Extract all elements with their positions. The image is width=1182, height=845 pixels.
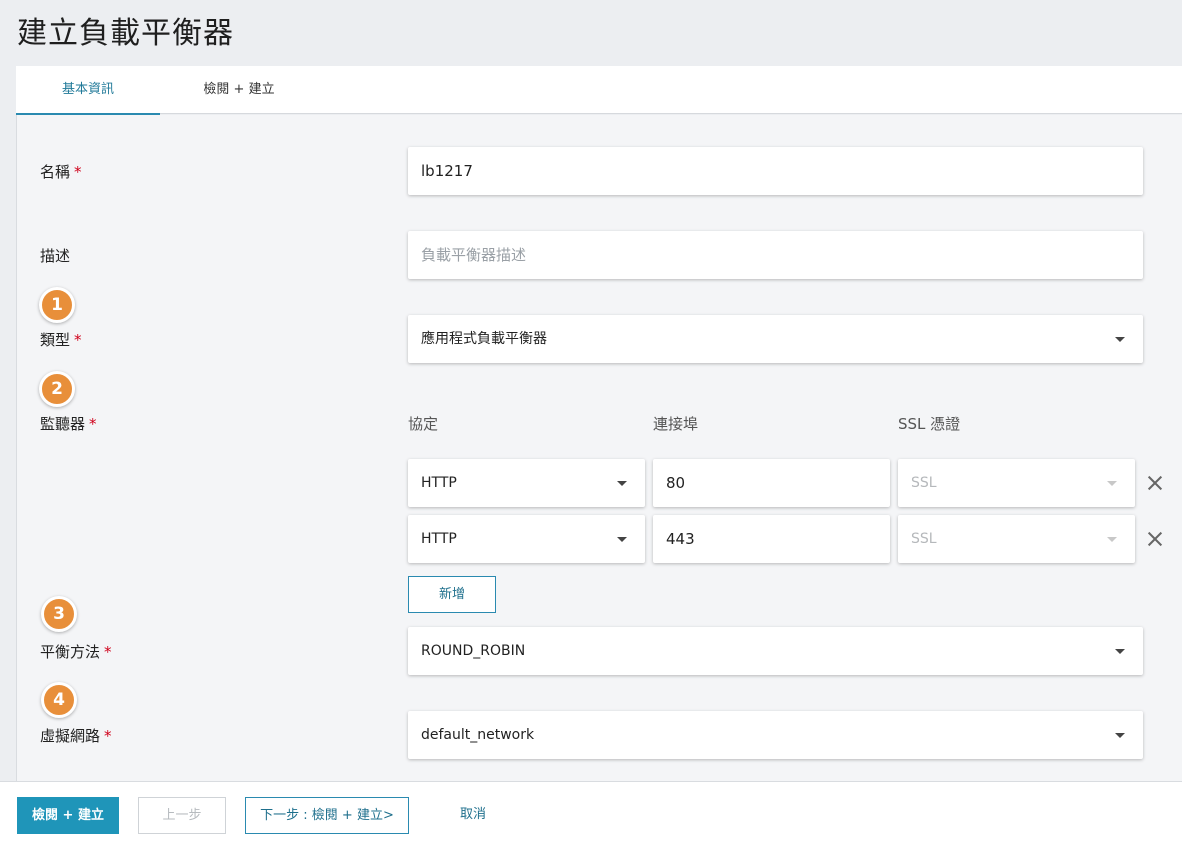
name-input-value: lb1217 xyxy=(421,162,473,180)
next-button[interactable]: 下一步 : 檢閱 + 建立> xyxy=(245,797,409,834)
cancel-button[interactable]: 取消 xyxy=(440,797,506,834)
balancing-method-select[interactable]: ROUND_ROBIN xyxy=(408,627,1143,675)
listener-port-input[interactable]: 443 xyxy=(653,515,890,563)
required-mark: * xyxy=(74,331,82,349)
form-area xyxy=(16,115,1182,781)
balancing-label: 平衡方法 * xyxy=(40,641,112,662)
listener-protocol-select[interactable]: HTTP xyxy=(408,515,645,563)
virtual-network-value: default_network xyxy=(421,727,535,743)
page-title: 建立負載平衡器 xyxy=(17,16,234,51)
tab-review-create[interactable]: 檢閱 + 建立 xyxy=(176,66,302,114)
chevron-down-icon xyxy=(1115,649,1125,654)
type-label: 類型 * xyxy=(40,329,82,350)
chevron-down-icon xyxy=(1115,733,1125,738)
balancing-label-text: 平衡方法 xyxy=(40,643,101,661)
chevron-down-icon xyxy=(617,481,627,486)
balancing-method-value: ROUND_ROBIN xyxy=(421,643,526,659)
virtual-network-select[interactable]: default_network xyxy=(408,711,1143,759)
chevron-down-icon xyxy=(1115,337,1125,342)
add-listener-button[interactable]: 新增 xyxy=(408,576,496,613)
description-input[interactable]: 負載平衡器描述 xyxy=(408,231,1143,279)
chevron-down-icon xyxy=(1107,537,1117,542)
close-icon[interactable] xyxy=(1146,530,1164,548)
listener-port-input[interactable]: 80 xyxy=(653,459,890,507)
port-header: 連接埠 xyxy=(653,415,699,433)
review-create-button[interactable]: 檢閱 + 建立 xyxy=(17,797,119,834)
type-label-text: 類型 xyxy=(40,331,71,349)
description-label: 描述 xyxy=(40,245,70,266)
step-badge-4: 4 xyxy=(41,682,77,718)
step-badge-3: 3 xyxy=(41,596,77,632)
listener-ssl-select: SSL xyxy=(898,459,1135,507)
description-label-text: 描述 xyxy=(40,247,71,265)
type-select[interactable]: 應用程式負載平衡器 xyxy=(408,315,1143,363)
required-mark: * xyxy=(74,163,82,181)
name-label: 名稱 * xyxy=(40,161,82,182)
listeners-label-text: 監聽器 xyxy=(40,415,86,433)
required-mark: * xyxy=(89,415,97,433)
step-badge-2: 2 xyxy=(39,371,75,407)
close-icon[interactable] xyxy=(1146,474,1164,492)
required-mark: * xyxy=(104,643,112,661)
ssl-header: SSL 憑證 xyxy=(898,415,961,433)
listener-protocol-value: HTTP xyxy=(421,475,457,491)
required-mark: * xyxy=(104,727,112,745)
step-badge-1: 1 xyxy=(39,287,75,323)
name-input[interactable]: lb1217 xyxy=(408,147,1143,195)
network-label: 虛擬網路 * xyxy=(40,725,112,746)
chevron-down-icon xyxy=(1107,481,1117,486)
chevron-down-icon xyxy=(617,537,627,542)
tab-bar: 基本資訊 檢閱 + 建立 xyxy=(16,66,1182,115)
listener-ssl-select: SSL xyxy=(898,515,1135,563)
listener-protocol-value: HTTP xyxy=(421,531,457,547)
listener-protocol-select[interactable]: HTTP xyxy=(408,459,645,507)
name-label-text: 名稱 xyxy=(40,163,71,181)
previous-button[interactable]: 上一步 xyxy=(138,797,226,834)
type-select-value: 應用程式負載平衡器 xyxy=(421,331,547,347)
listener-ssl-value: SSL xyxy=(911,531,937,547)
network-label-text: 虛擬網路 xyxy=(40,727,101,745)
listener-port-value: 443 xyxy=(666,530,695,548)
listener-port-value: 80 xyxy=(666,474,686,492)
protocol-header: 協定 xyxy=(408,415,439,433)
footer-bar: 檢閱 + 建立 上一步 下一步 : 檢閱 + 建立> 取消 xyxy=(0,781,1182,845)
listeners-label: 監聽器 * xyxy=(40,413,97,434)
description-placeholder: 負載平衡器描述 xyxy=(421,246,527,264)
tab-basic-info[interactable]: 基本資訊 xyxy=(16,66,160,115)
listener-ssl-value: SSL xyxy=(911,475,937,491)
